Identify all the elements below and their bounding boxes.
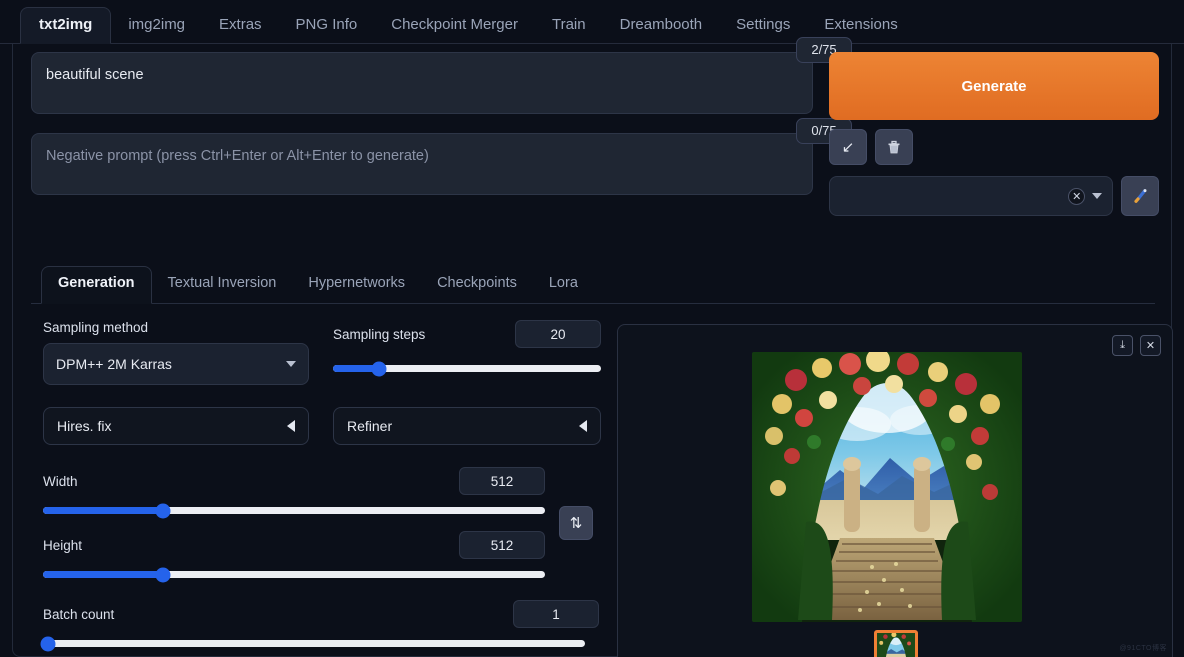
generated-image-render [752, 352, 1022, 622]
tab-img2img[interactable]: img2img [111, 9, 202, 43]
sampling-method-select[interactable]: DPM++ 2M Karras [43, 343, 309, 385]
negative-prompt-placeholder[interactable]: Negative prompt (press Ctrl+Enter or Alt… [32, 134, 812, 194]
batch-count-slider[interactable] [40, 636, 585, 651]
slider-thumb[interactable] [155, 567, 171, 582]
trash-icon-glyph [888, 140, 900, 153]
chevron-down-icon[interactable] [1092, 193, 1103, 199]
batch-count-header: Batch count 1 [43, 600, 599, 628]
tab-extras[interactable]: Extras [202, 9, 279, 43]
tab-png-info[interactable]: PNG Info [279, 9, 375, 43]
dimensions-sliders: Width 512 Height 512 [43, 467, 545, 582]
paintbrush-icon-glyph [1134, 188, 1147, 203]
swap-dimensions-wrap: ⇅ [559, 467, 593, 578]
tab-train[interactable]: Train [535, 9, 603, 43]
prompt-text[interactable]: beautiful scene [32, 53, 812, 113]
width-header: Width 512 [43, 467, 545, 495]
swap-dimensions-button[interactable]: ⇅ [559, 505, 593, 540]
sampling-method-value: DPM++ 2M Karras [56, 356, 172, 372]
tab-checkpoint-merger[interactable]: Checkpoint Merger [374, 9, 535, 43]
refiner-label: Refiner [347, 418, 393, 434]
height-header: Height 512 [43, 531, 545, 559]
tab-txt2img[interactable]: txt2img [20, 7, 112, 44]
gallery-toolbar: ⤓ ✕ [1112, 335, 1161, 356]
width-label: Width [43, 473, 78, 489]
sampling-steps-label: Sampling steps [333, 326, 426, 342]
tab-checkpoints[interactable]: Checkpoints [421, 267, 533, 303]
generated-image[interactable] [752, 352, 1022, 622]
negative-prompt-textarea[interactable]: Negative prompt (press Ctrl+Enter or Alt… [31, 118, 852, 195]
gallery-thumbnail-strip [618, 630, 1174, 657]
batch-count-value[interactable]: 1 [513, 600, 599, 628]
close-icon[interactable]: ✕ [1140, 335, 1161, 356]
chevron-left-icon[interactable] [579, 420, 587, 432]
tab-textual-inversion[interactable]: Textual Inversion [152, 267, 293, 303]
download-icon[interactable]: ⤓ [1112, 335, 1133, 356]
action-column: Generate ↙ ✕ [829, 52, 1159, 216]
sampling-method-group: Sampling method DPM++ 2M Karras [43, 320, 309, 385]
trash-icon[interactable] [875, 129, 913, 165]
slider-thumb[interactable] [371, 361, 387, 376]
batch-row: Batch count 1 Batch size 1 [40, 600, 599, 657]
tab-dreambooth[interactable]: Dreambooth [603, 9, 720, 43]
width-value[interactable]: 512 [459, 467, 545, 495]
styles-row: ✕ [829, 176, 1159, 216]
chevron-left-icon[interactable] [287, 420, 295, 432]
height-value[interactable]: 512 [459, 531, 545, 559]
generation-sub-tab-bar: Generation Textual Inversion Hypernetwor… [31, 262, 1155, 304]
main-tab-bar: txt2img img2img Extras PNG Info Checkpoi… [0, 0, 1184, 44]
hires-fix-accordion[interactable]: Hires. fix [43, 407, 309, 445]
sampling-steps-header: Sampling steps 20 [333, 320, 601, 348]
slider-thumb[interactable] [40, 636, 56, 651]
txt2img-panel: beautiful scene 2/75 Negative prompt (pr… [12, 37, 1173, 657]
tab-settings[interactable]: Settings [719, 9, 807, 43]
styles-dropdown[interactable]: ✕ [829, 176, 1114, 216]
slider-fill [43, 571, 164, 578]
generate-button[interactable]: Generate [829, 52, 1159, 120]
gallery-thumbnail[interactable] [874, 630, 918, 657]
sampling-steps-value[interactable]: 20 [515, 320, 601, 348]
paintbrush-icon[interactable] [1121, 176, 1159, 216]
width-slider[interactable] [43, 503, 545, 518]
height-slider[interactable] [43, 567, 545, 582]
tab-generation[interactable]: Generation [41, 266, 152, 304]
sampler-steps-row: Sampling method DPM++ 2M Karras Sampling… [43, 320, 603, 385]
tab-lora[interactable]: Lora [533, 267, 594, 303]
sampling-steps-slider[interactable] [333, 361, 601, 376]
chevron-down-icon[interactable] [286, 361, 296, 367]
refiner-accordion[interactable]: Refiner [333, 407, 601, 445]
arrow-down-left-icon[interactable]: ↙ [829, 129, 867, 165]
prompt-textarea[interactable]: beautiful scene 2/75 [31, 37, 852, 114]
gallery-thumbnail-render [877, 633, 915, 657]
sampling-method-label: Sampling method [43, 320, 149, 335]
tab-hypernetworks[interactable]: Hypernetworks [292, 267, 421, 303]
dimensions-row: Width 512 Height 512 ⇅ [43, 467, 603, 582]
slider-fill [43, 507, 164, 514]
accordion-row: Hires. fix Refiner [43, 407, 603, 445]
batch-count-label: Batch count [43, 606, 115, 622]
action-button-row: ↙ [829, 129, 1159, 165]
slider-thumb[interactable] [155, 503, 171, 518]
watermark: @91CTO博客 [1119, 645, 1167, 652]
sampling-steps-group: Sampling steps 20 [333, 320, 601, 385]
close-icon[interactable]: ✕ [1068, 187, 1086, 205]
generation-settings: Sampling method DPM++ 2M Karras Sampling… [40, 320, 603, 657]
output-gallery: ⤓ ✕ [617, 324, 1173, 657]
height-label: Height [43, 537, 83, 553]
hires-fix-label: Hires. fix [57, 418, 112, 434]
